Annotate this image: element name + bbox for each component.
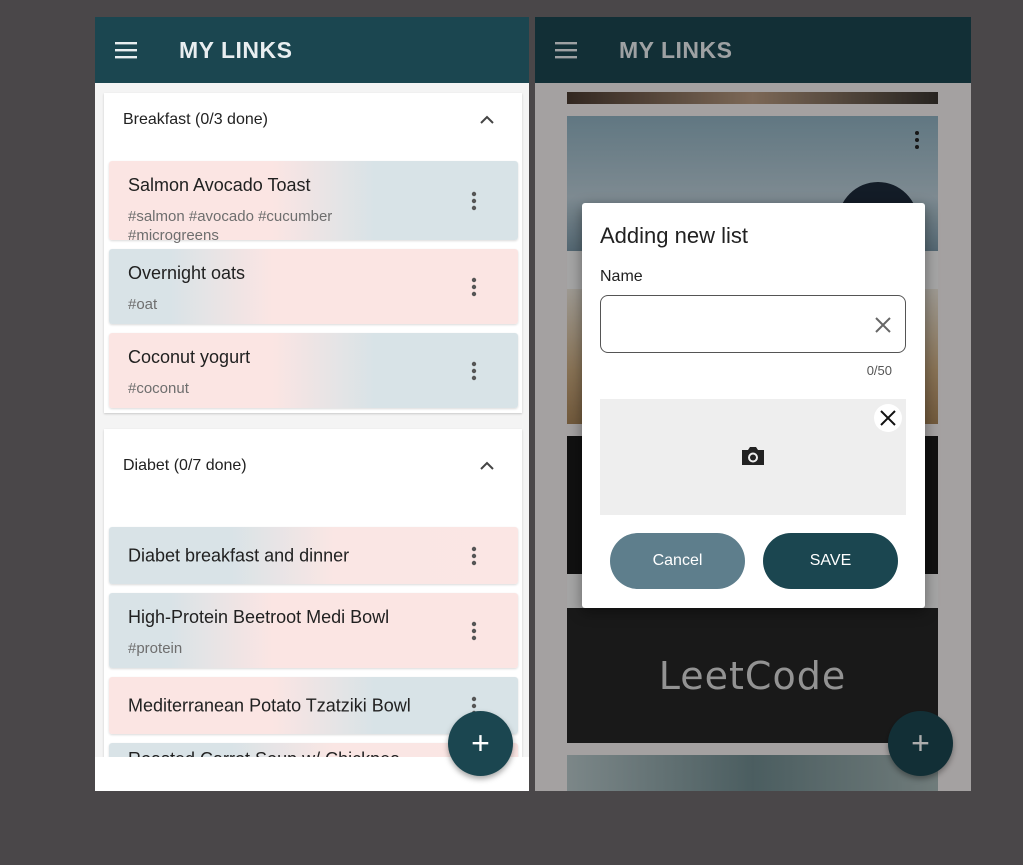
list-item[interactable]: Coconut yogurt #coconut — [109, 333, 518, 408]
list-item[interactable]: High-Protein Beetroot Medi Bowl #protein — [109, 593, 518, 668]
lists-scroller[interactable]: Breakfast (0/3 done) Salmon Avocado Toas… — [95, 83, 529, 757]
more-vert-icon[interactable] — [464, 189, 484, 213]
item-tags: #salmon #avocado #cucumber #microgreens — [128, 208, 333, 244]
item-tags: #protein — [128, 640, 183, 657]
item-name: Mediterranean Potato Tzatziki Bowl — [128, 695, 411, 715]
plus-icon: + — [471, 725, 490, 761]
item-tags: #coconut — [128, 380, 189, 397]
item-name: High-Protein Beetroot Medi Bowl — [128, 607, 390, 627]
list-item[interactable]: Diabet breakfast and dinner — [109, 527, 518, 584]
section-header[interactable]: Diabet (0/7 done) — [104, 438, 522, 494]
clear-icon[interactable] — [871, 313, 895, 337]
list-section-diabet: Diabet (0/7 done) Diabet breakfast and d… — [104, 429, 522, 757]
char-counter: 0/50 — [866, 363, 892, 378]
section-header[interactable]: Breakfast (0/3 done) — [104, 93, 522, 147]
chevron-up-icon[interactable] — [476, 455, 498, 477]
left-screen: MY LINKS Breakfast (0/3 done) Salmon Avo… — [95, 17, 529, 791]
add-list-dialog: Adding new list Name 0/50 Cancel SAVE — [582, 203, 925, 608]
section-title: Breakfast (0/3 done) — [123, 111, 268, 128]
right-screen: MY LINKS LeetCode + Adding new list Name… — [535, 17, 971, 791]
name-label: Name — [600, 268, 643, 285]
item-name: Overnight oats — [128, 263, 246, 283]
list-item[interactable]: Salmon Avocado Toast #salmon #avocado #c… — [109, 161, 518, 244]
remove-photo-icon[interactable] — [874, 404, 902, 432]
item-tags: #oat — [128, 296, 158, 313]
menu-icon[interactable] — [95, 17, 159, 83]
camera-icon[interactable] — [740, 444, 766, 468]
app-bar: MY LINKS — [95, 17, 529, 83]
more-vert-icon[interactable] — [464, 275, 484, 299]
section-title: Diabet (0/7 done) — [123, 457, 247, 474]
app-title: MY LINKS — [179, 36, 293, 63]
cancel-button[interactable]: Cancel — [610, 533, 745, 589]
more-vert-icon[interactable] — [464, 544, 484, 568]
item-name: Diabet breakfast and dinner — [128, 545, 350, 565]
item-name: Roasted Carrot Soup w/ Chickpea — [128, 749, 400, 757]
add-list-fab[interactable]: + — [448, 711, 513, 776]
list-section-breakfast: Breakfast (0/3 done) Salmon Avocado Toas… — [104, 93, 522, 413]
item-name: Salmon Avocado Toast — [128, 175, 311, 195]
photo-picker[interactable] — [600, 399, 906, 515]
chevron-up-icon[interactable] — [476, 109, 498, 131]
save-button[interactable]: SAVE — [763, 533, 898, 589]
item-name: Coconut yogurt — [128, 347, 251, 367]
dialog-title: Adding new list — [600, 223, 748, 248]
more-vert-icon[interactable] — [464, 359, 484, 383]
more-vert-icon[interactable] — [464, 619, 484, 643]
name-input[interactable] — [600, 295, 906, 353]
list-item[interactable]: Overnight oats #oat — [109, 249, 518, 324]
